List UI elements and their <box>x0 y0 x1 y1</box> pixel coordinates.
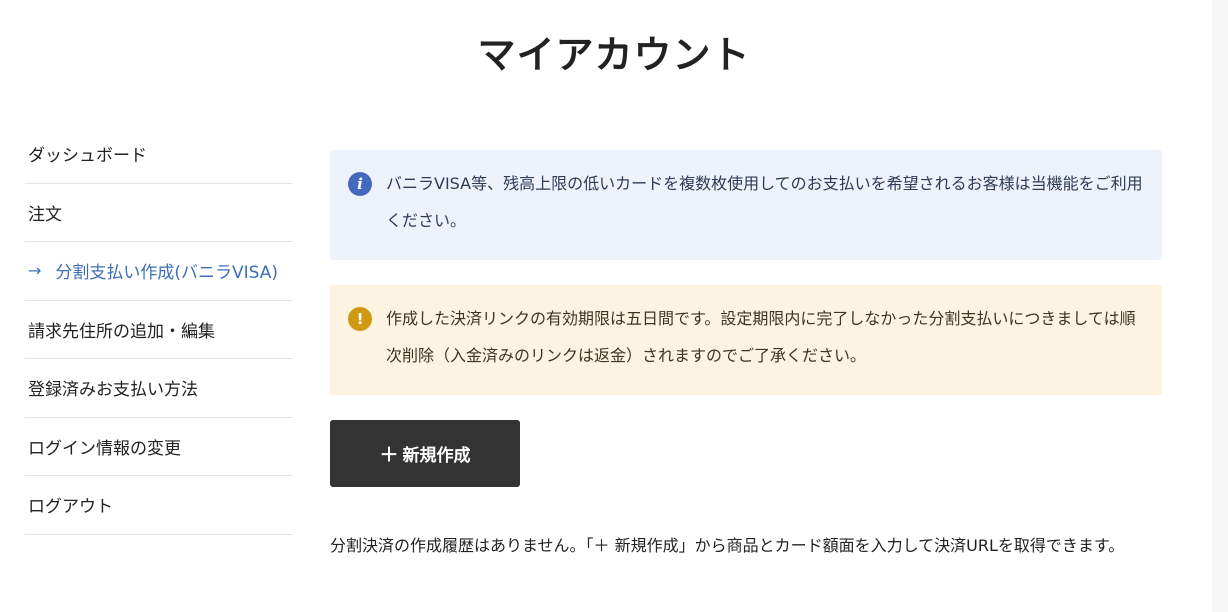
sidebar-item-split-payment[interactable]: → 分割支払い作成(バニラVISA) <box>25 242 292 301</box>
info-icon: i <box>348 172 372 196</box>
info-notice-text: バニラVISA等、残高上限の低いカードを複数枚使用してのお支払いを希望されるお客… <box>386 174 1143 230</box>
sidebar-item-label: 登録済みお支払い方法 <box>28 380 198 401</box>
sidebar-item-logout[interactable]: ログアウト <box>25 476 292 535</box>
empty-state-message: 分割決済の作成履歴はありません。「＋ 新規作成」から商品とカード額面を入力して決… <box>330 536 1125 555</box>
sidebar-item-orders[interactable]: 注文 <box>25 184 292 242</box>
create-new-button[interactable]: ＋ 新規作成 <box>330 420 520 487</box>
sidebar-item-label: 注文 <box>28 204 62 225</box>
sidebar-item-label: 分割支払い作成(バニラVISA) <box>55 263 279 284</box>
sidebar-item-label: ログイン情報の変更 <box>28 438 181 459</box>
exclamation-icon: ! <box>348 307 372 331</box>
sidebar-item-billing-address[interactable]: 請求先住所の追加・編集 <box>25 301 292 359</box>
account-sidebar: ダッシュボード 注文 → 分割支払い作成(バニラVISA) 請求先住所の追加・編… <box>25 125 292 535</box>
warning-notice-text: 作成した決済リンクの有効期限は五日間です。設定期限内に完了しなかった分割支払いに… <box>386 309 1136 365</box>
page: マイアカウント ダッシュボード 注文 → 分割支払い作成(バニラVISA) 請求… <box>0 0 1228 612</box>
warning-notice: ! 作成した決済リンクの有効期限は五日間です。設定期限内に完了しなかった分割支払… <box>330 285 1162 395</box>
sidebar-item-label: ダッシュボード <box>28 146 147 167</box>
scrollbar[interactable] <box>1212 0 1228 612</box>
sidebar-item-label: ログアウト <box>28 497 113 518</box>
sidebar-item-login-info[interactable]: ログイン情報の変更 <box>25 418 292 476</box>
page-title: マイアカウント <box>477 33 751 77</box>
sidebar-item-label: 請求先住所の追加・編集 <box>28 321 215 342</box>
main-content: i バニラVISA等、残高上限の低いカードを複数枚使用してのお支払いを希望される… <box>330 150 1162 556</box>
arrow-right-icon: → <box>28 261 42 281</box>
create-new-label: 新規作成 <box>402 446 471 465</box>
sidebar-item-payment-methods[interactable]: 登録済みお支払い方法 <box>25 359 292 418</box>
info-notice: i バニラVISA等、残高上限の低いカードを複数枚使用してのお支払いを希望される… <box>330 150 1162 260</box>
sidebar-item-dashboard[interactable]: ダッシュボード <box>25 125 292 184</box>
plus-icon: ＋ <box>379 445 399 466</box>
